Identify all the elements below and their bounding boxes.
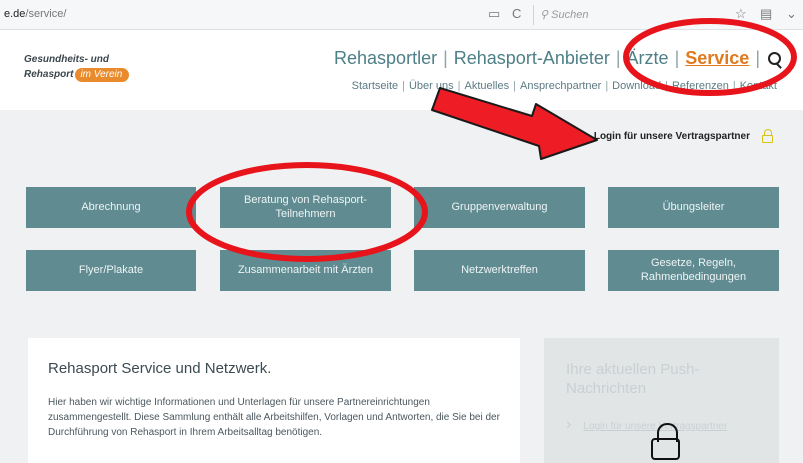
star-icon[interactable]: ☆: [735, 6, 747, 22]
subnav-startseite[interactable]: Startseite: [348, 80, 402, 92]
partner-login-link[interactable]: Login für unsere Vertragspartner: [594, 129, 773, 143]
lock-icon: [651, 423, 680, 460]
tile-netzwerktreffen[interactable]: Netzwerktreffen: [414, 250, 585, 291]
tile-uebungsleiter[interactable]: Übungsleiter: [608, 187, 779, 228]
push-login-link[interactable]: Login für unsere Vertragspartner: [583, 421, 727, 432]
browser-search-field[interactable]: ⚲ Suchen: [533, 5, 683, 25]
url-field[interactable]: e.de/service/: [4, 8, 66, 20]
nav-rehasport-anbieter[interactable]: Rehasport-Anbieter: [448, 48, 616, 69]
tile-abrechnung[interactable]: Abrechnung: [26, 187, 196, 228]
reader-icon[interactable]: ▭: [488, 6, 500, 22]
nav-separator: |: [755, 48, 760, 68]
tile-zusammenarbeit-aerzte[interactable]: Zusammenarbeit mit Ärzten: [220, 250, 391, 291]
nav-aerzte[interactable]: Ärzte: [621, 48, 675, 69]
tile-gesetze-regeln[interactable]: Gesetze, Regeln, Rahmenbedingungen: [608, 250, 779, 291]
browser-url-bar[interactable]: e.de/service/ ▭ C ⚲ Suchen ☆ ▤ ⌄: [0, 0, 803, 30]
subnav-ueber-uns[interactable]: Über uns: [405, 80, 458, 92]
intro-title: Rehasport Service und Netzwerk.: [48, 360, 272, 377]
subnav-aktuelles[interactable]: Aktuelles: [460, 80, 513, 92]
nav-rehasportler[interactable]: Rehasportler: [328, 48, 443, 69]
subnav-referenzen[interactable]: Referenzen: [668, 80, 733, 92]
site-logo[interactable]: Gesundheits- und Rehasport im Verein: [24, 54, 130, 82]
intro-card: Rehasport Service und Netzwerk. Hier hab…: [28, 338, 520, 463]
reload-icon[interactable]: C: [512, 6, 521, 21]
tile-flyer-plakate[interactable]: Flyer/Plakate: [26, 250, 196, 291]
magnifier-icon: ⚲: [540, 9, 549, 21]
pocket-icon[interactable]: ⌄: [786, 6, 797, 22]
subnav-kontakt[interactable]: Kontakt: [736, 80, 781, 92]
main-navigation: Rehasportler | Rehasport-Anbieter | Ärzt…: [328, 48, 783, 69]
tile-beratung[interactable]: Beratung von Rehasport-Teilnehmern: [220, 187, 391, 228]
search-icon[interactable]: [768, 52, 781, 65]
tile-gruppenverwaltung[interactable]: Gruppenverwaltung: [414, 187, 585, 228]
site-header: Gesundheits- und Rehasport im Verein Reha…: [0, 30, 803, 110]
subnav-ansprechpartner[interactable]: Ansprechpartner: [516, 80, 605, 92]
subnav-download[interactable]: Download: [608, 80, 665, 92]
sub-navigation: Startseite | Über uns | Aktuelles | Ansprec…: [348, 80, 781, 92]
bookmark-icon[interactable]: ▤: [760, 6, 772, 22]
lock-icon: [762, 129, 773, 143]
intro-text: Hier haben wir wichtige Informationen un…: [48, 397, 500, 438]
nav-service[interactable]: Service: [679, 48, 755, 69]
push-title: Ihre aktuellen Push-Nachrichten: [566, 361, 700, 397]
chevron-right-icon: ›: [566, 416, 572, 433]
